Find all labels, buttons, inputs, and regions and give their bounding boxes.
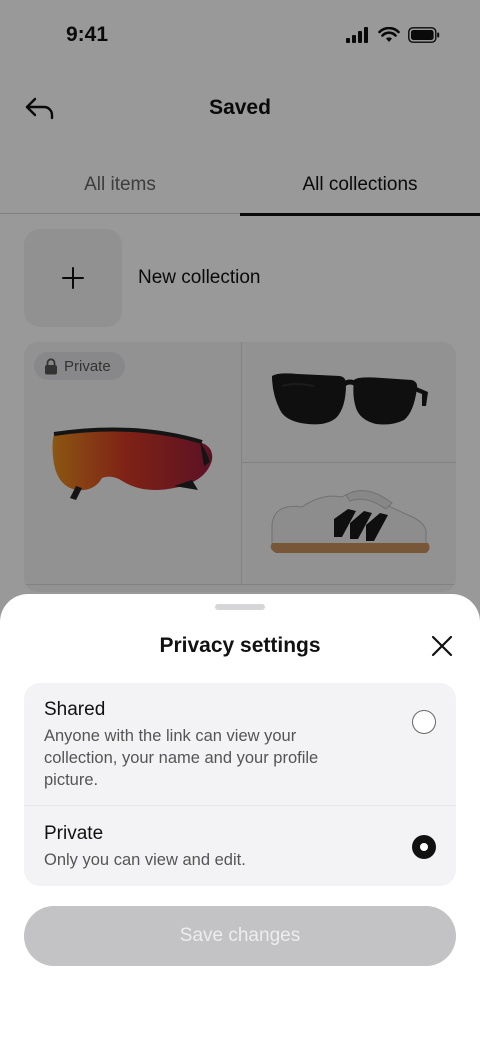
radio-shared[interactable] bbox=[412, 710, 436, 734]
privacy-options: Shared Anyone with the link can view you… bbox=[24, 683, 456, 886]
save-changes-button[interactable]: Save changes bbox=[24, 906, 456, 966]
close-button[interactable] bbox=[428, 632, 456, 660]
option-private[interactable]: Private Only you can view and edit. bbox=[24, 806, 456, 886]
option-shared-title: Shared bbox=[44, 699, 106, 720]
sheet-title: Privacy settings bbox=[159, 634, 321, 657]
option-shared[interactable]: Shared Anyone with the link can view you… bbox=[24, 683, 456, 806]
option-private-description: Only you can view and edit. bbox=[44, 851, 246, 869]
sheet-grabber[interactable] bbox=[215, 604, 265, 610]
option-shared-description: Anyone with the link can view your colle… bbox=[44, 727, 319, 789]
privacy-settings-sheet: Privacy settings Shared Anyone with the … bbox=[0, 594, 480, 1040]
radio-private[interactable] bbox=[412, 835, 436, 859]
option-private-title: Private bbox=[44, 823, 104, 844]
close-icon bbox=[431, 635, 453, 657]
